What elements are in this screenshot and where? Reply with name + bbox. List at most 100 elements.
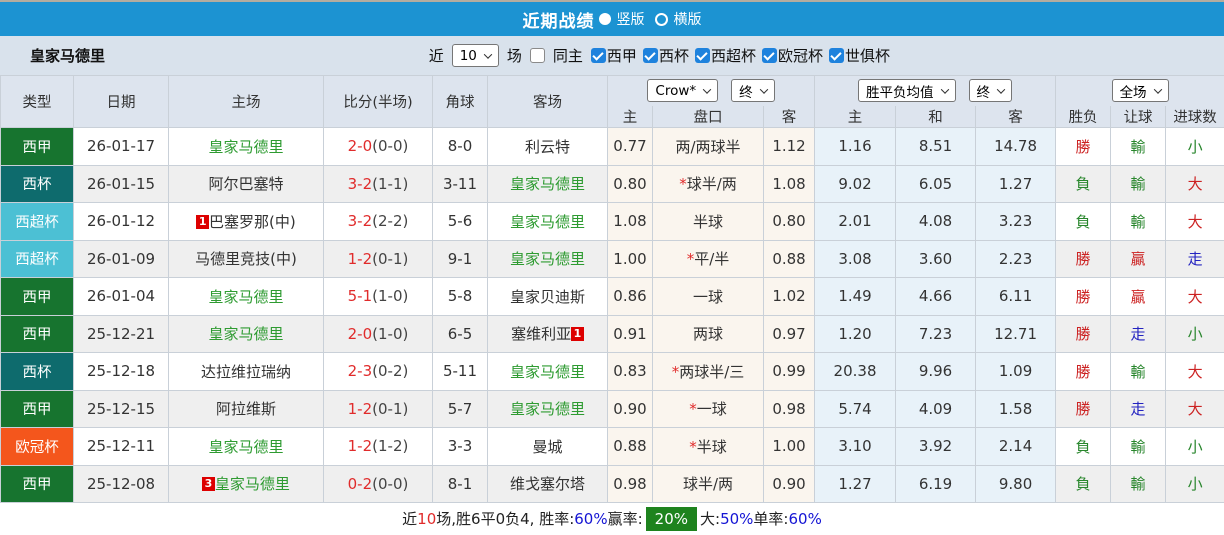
away-team: 皇家马德里 (487, 202, 608, 241)
mean-home: 1.27 (814, 464, 897, 503)
team-name: 维戈塞尔塔 (509, 475, 585, 494)
odds-time-select[interactable]: 终 (731, 79, 775, 103)
team-title: 皇家马德里 (30, 47, 106, 65)
checkbox-checked-icon[interactable] (761, 48, 777, 63)
layout-vertical-label[interactable]: 竖版 (617, 9, 645, 29)
league-filter-laliga[interactable]: 西甲 (590, 45, 637, 66)
layout-horizontal-label[interactable]: 横版 (674, 9, 702, 29)
odds-home: 0.83 (607, 352, 653, 391)
result-handicap: 輸 (1110, 202, 1167, 241)
summary-bar: 近 10 场,胜6平0负4, 胜率: 60% 赢率: 20% 大: 50% 单率: 60% (0, 503, 1224, 534)
full-time-score: 2-0 (347, 137, 373, 156)
games-label: 场 (506, 47, 522, 65)
odds-away: 0.80 (762, 202, 816, 241)
result-wl: 負 (1055, 202, 1112, 241)
scope-select[interactable]: 全场 (1111, 79, 1169, 103)
result-handicap: 走 (1110, 389, 1167, 428)
handicap: *球半/两 (652, 164, 764, 203)
checkbox-checked-icon[interactable] (828, 48, 844, 63)
half-time-score: (0-1) (372, 249, 409, 268)
col-handicap: 盘口 (652, 105, 764, 128)
result-goals: 小 (1165, 314, 1224, 353)
score-cell: 2-0(0-0) (323, 127, 433, 166)
home-team: 1 巴塞罗那(中) (168, 202, 324, 241)
team-name: 皇家马德里 (214, 475, 290, 494)
col-score: 比分(半场) (323, 75, 433, 128)
league-filter-copa[interactable]: 西杯 (642, 45, 689, 66)
result-wl: 勝 (1055, 127, 1112, 166)
summary-segment: 赢率: (607, 510, 643, 528)
odds-home: 1.08 (607, 202, 653, 241)
mean-away: 1.58 (975, 389, 1057, 428)
chevron-down-icon (702, 85, 712, 94)
corner-score: 8-0 (432, 127, 488, 166)
match-count-select[interactable]: 10 (451, 44, 499, 67)
mean-home: 1.16 (814, 127, 897, 166)
match-count-value: 10 (459, 47, 477, 64)
top-bar: 近期战绩 竖版 横版 (0, 2, 1224, 36)
team-name: 皇家贝迪斯 (509, 287, 585, 306)
radio-unselected-icon[interactable] (654, 12, 668, 26)
mean-draw: 7.23 (895, 314, 977, 353)
mean-home: 3.08 (814, 239, 897, 278)
rank-badge: 1 (196, 214, 209, 229)
score-cell: 2-3(0-2) (323, 352, 433, 391)
bookmaker-select[interactable]: Crow* (647, 79, 719, 103)
star-mark: * (686, 250, 695, 269)
full-time-score: 3-2 (347, 212, 373, 231)
match-date: 26-01-04 (73, 277, 169, 316)
odds-home: 0.98 (607, 464, 653, 503)
mean-draw: 9.96 (895, 352, 977, 391)
corner-score: 5-8 (432, 277, 488, 316)
handicap: 一球 (652, 277, 764, 316)
rank-badge: 1 (571, 327, 584, 342)
odds-time-value: 终 (739, 84, 753, 101)
mean-draw: 6.19 (895, 464, 977, 503)
mean-home: 20.38 (814, 352, 897, 391)
mean-time-select[interactable]: 终 (968, 79, 1013, 103)
match-date: 25-12-11 (73, 427, 169, 466)
layout-horizontal-radio[interactable]: 横版 (654, 9, 702, 29)
result-group-header: 全场 (1055, 75, 1224, 106)
league-label: 西超杯 (710, 47, 756, 65)
odds-away: 1.02 (762, 277, 816, 316)
league-filter-cwc[interactable]: 世俱杯 (828, 45, 890, 66)
radio-selected-icon[interactable] (598, 13, 611, 25)
checkbox-checked-icon[interactable] (590, 48, 606, 63)
match-date: 25-12-08 (73, 464, 169, 503)
score-cell: 0-2(0-0) (323, 464, 433, 503)
near-label: 近 (428, 47, 444, 65)
handicap: *两球半/三 (652, 352, 764, 391)
league-filter-ucl[interactable]: 欧冠杯 (761, 45, 823, 66)
mean-draw: 6.05 (895, 164, 977, 203)
result-wl: 勝 (1055, 277, 1112, 316)
half-time-score: (0-0) (372, 474, 409, 493)
type-badge: 欧冠杯 (0, 427, 74, 466)
league-label: 世俱杯 (844, 47, 890, 65)
checkbox-checked-icon[interactable] (694, 48, 710, 63)
result-goals: 大 (1165, 164, 1224, 203)
team-name: 达拉维拉瑞纳 (200, 362, 291, 381)
full-time-score: 0-2 (347, 474, 373, 493)
result-wl: 勝 (1055, 314, 1112, 353)
chevron-down-icon (940, 85, 949, 94)
score-cell: 3-2(2-2) (323, 202, 433, 241)
mean-select[interactable]: 胜平负均值 (858, 79, 956, 103)
away-team: 皇家马德里 (487, 239, 608, 278)
layout-vertical-radio[interactable]: 竖版 (598, 9, 645, 29)
same-home-checkbox[interactable] (529, 48, 545, 63)
team-name: 皇家马德里 (509, 250, 585, 269)
result-wl: 負 (1055, 164, 1112, 203)
odds-home: 0.77 (607, 127, 653, 166)
col-mean-away: 客 (975, 105, 1057, 128)
result-handicap: 輸 (1110, 352, 1167, 391)
league-filter-supercopa[interactable]: 西超杯 (694, 45, 756, 66)
table-row: 西杯 25-12-18 达拉维拉瑞纳 2-3(0-2) 5-11 皇家马德里 0.83 *两球… (0, 352, 1224, 391)
result-handicap: 輸 (1110, 164, 1167, 203)
mean-away: 2.23 (975, 239, 1057, 278)
corner-score: 5-6 (432, 202, 488, 241)
result-handicap: 輸 (1110, 127, 1167, 166)
checkbox-checked-icon[interactable] (642, 48, 658, 63)
corner-score: 5-7 (432, 389, 488, 428)
match-date: 25-12-21 (73, 314, 169, 353)
